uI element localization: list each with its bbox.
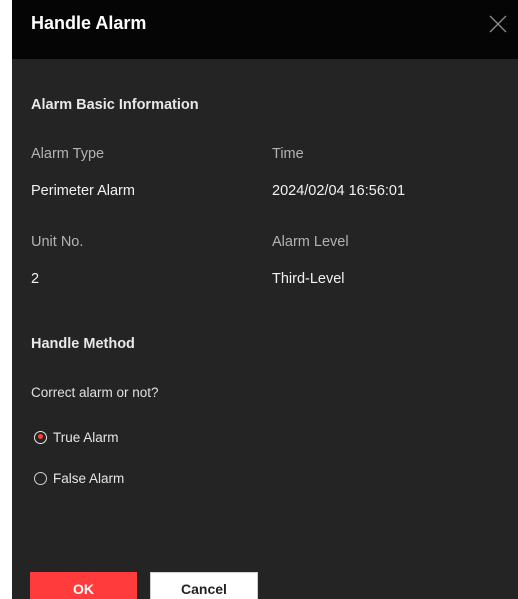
- unit-no-value: 2: [31, 271, 40, 287]
- false-alarm-label: False Alarm: [53, 470, 125, 486]
- handle-alarm-dialog: Handle Alarm Alarm Basic Information Ala…: [12, 0, 518, 599]
- alarm-type-value: Perimeter Alarm: [31, 183, 135, 199]
- dialog-title: Handle Alarm: [31, 13, 147, 33]
- cancel-button[interactable]: Cancel: [150, 572, 258, 599]
- correct-alarm-question: Correct alarm or not?: [31, 385, 159, 400]
- close-icon[interactable]: [486, 12, 510, 36]
- radio-unchecked-icon[interactable]: [34, 471, 47, 485]
- time-value: 2024/02/04 16:56:01: [272, 183, 406, 199]
- dialog-header: Handle Alarm: [12, 0, 518, 59]
- handle-method-section-title: Handle Method: [31, 336, 135, 352]
- true-alarm-label: True Alarm: [53, 429, 119, 445]
- ok-button[interactable]: OK: [30, 572, 137, 599]
- basic-info-section-title: Alarm Basic Information: [31, 97, 199, 113]
- true-alarm-option[interactable]: True Alarm: [34, 428, 119, 446]
- alarm-type-label: Alarm Type: [31, 146, 105, 162]
- alarm-level-label: Alarm Level: [272, 234, 349, 250]
- radio-checked-icon[interactable]: [34, 430, 47, 444]
- alarm-level-value: Third-Level: [272, 271, 345, 287]
- time-label: Time: [272, 146, 304, 162]
- false-alarm-option[interactable]: False Alarm: [34, 469, 124, 487]
- unit-no-label: Unit No.: [31, 234, 84, 250]
